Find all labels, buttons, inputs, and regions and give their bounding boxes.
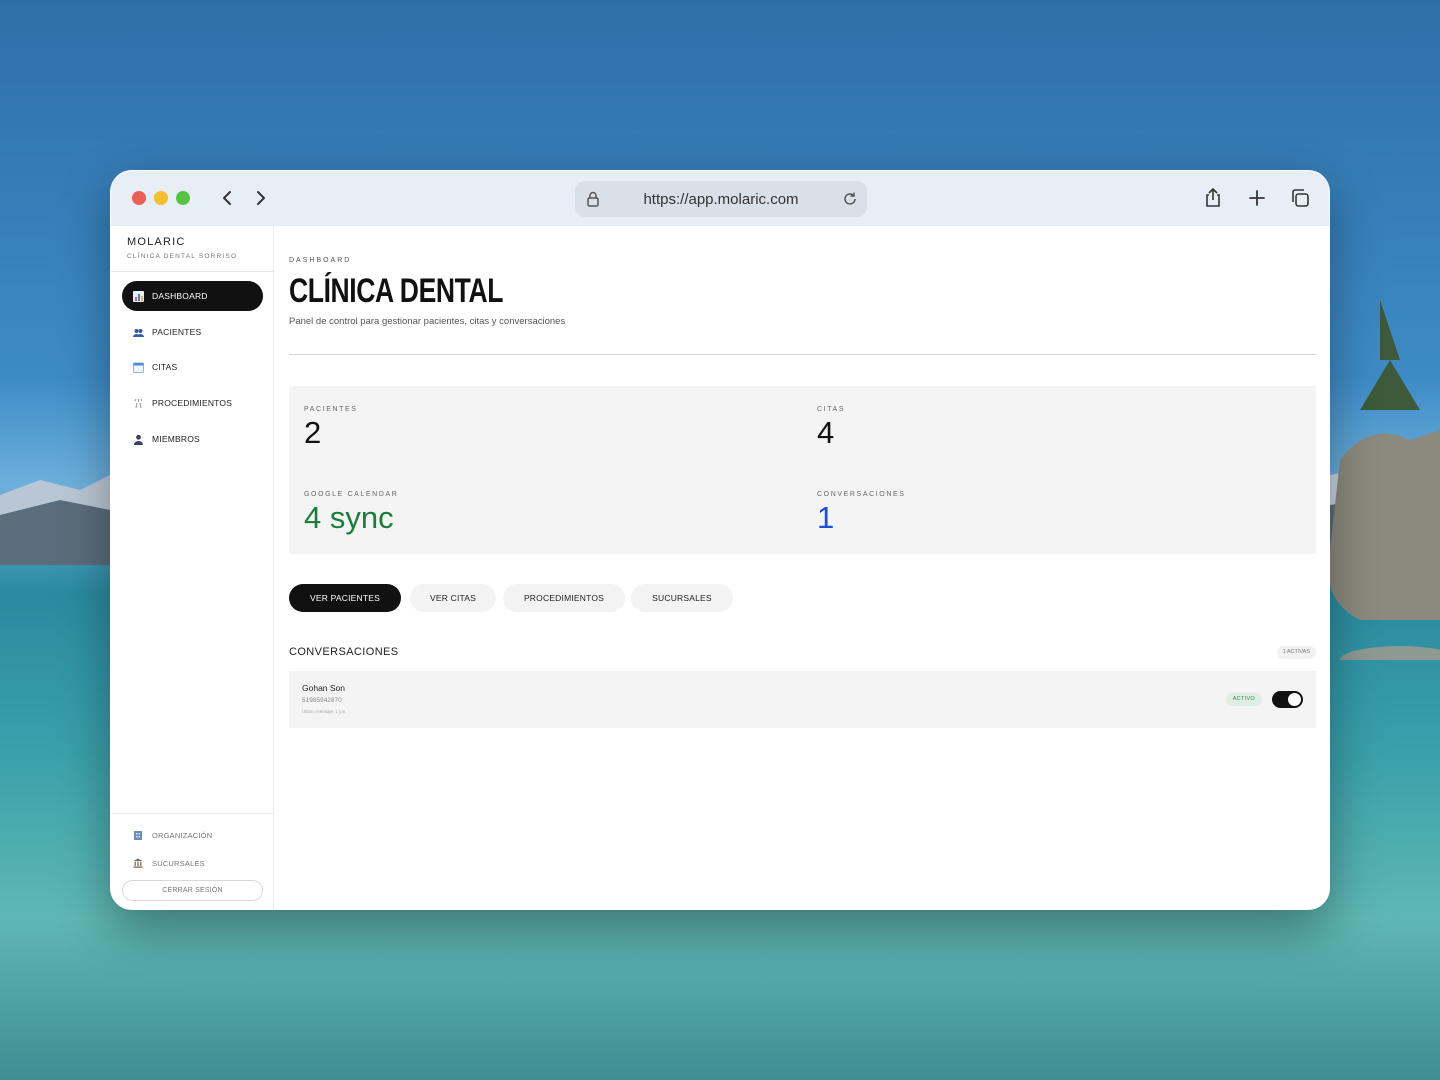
stat-conversaciones: CONVERSACIONES 1 (817, 491, 906, 536)
minimize-window-button[interactable] (154, 191, 168, 205)
stat-value: 1 (817, 500, 835, 535)
divider (111, 271, 274, 272)
sidebar-item-citas[interactable]: CITAS (122, 352, 263, 382)
stat-label: PACIENTES (304, 406, 358, 413)
bank-icon (133, 858, 143, 868)
active-count-badge: 1 ACTIVAS (1276, 646, 1316, 659)
close-window-button[interactable] (132, 191, 146, 205)
clinic-subtitle: CLÍNICA DENTAL SORRISO (127, 253, 238, 260)
stat-label: CITAS (817, 406, 846, 413)
sidebar-item-pacientes[interactable]: PACIENTES (122, 317, 263, 347)
sidebar-item-label: DASHBOARD (152, 291, 208, 301)
sidebar-item-miembros[interactable]: MIEMBROS (122, 424, 263, 454)
procedimientos-button[interactable]: PROCEDIMIENTOS (503, 584, 625, 612)
sidebar-item-label: MIEMBROS (152, 434, 200, 444)
page-title: CLÍNICA DENTAL (289, 272, 504, 310)
browser-toolbar: https://app.molaric.com (111, 171, 1329, 226)
tabs-overview-icon[interactable] (1289, 187, 1311, 209)
logout-button[interactable]: CERRAR SESIÓN (122, 880, 263, 901)
stat-value: 4 (817, 415, 835, 450)
share-icon[interactable] (1202, 187, 1224, 209)
contact-phone: 51985942870 (302, 697, 342, 704)
brand: MOLARIC CLÍNICA DENTAL SORRISO (127, 236, 237, 260)
main-content: DASHBOARD CLÍNICA DENTAL Panel de contro… (274, 226, 1329, 909)
sidebar-item-sucursales[interactable]: SUCURSALES (133, 858, 205, 868)
page-description: Panel de control para gestionar paciente… (289, 316, 566, 327)
last-message: Último mensaje: 1 jun (302, 709, 346, 714)
user-icon (134, 434, 143, 445)
stat-value: 4 sync (304, 500, 394, 535)
sidebar-item-procedimientos[interactable]: PROCEDIMIENTOS (122, 388, 263, 418)
sidebar-item-label: CITAS (152, 362, 178, 372)
stat-pacientes: PACIENTES 2 (304, 406, 358, 451)
stat-label: GOOGLE CALENDAR (304, 491, 399, 498)
maximize-window-button[interactable] (176, 191, 190, 205)
brand-name: MOLARIC (127, 236, 186, 248)
tooth-icon (134, 398, 143, 408)
building-icon (134, 831, 142, 840)
toggle-knob (1288, 693, 1301, 706)
status-badge: ACTIVO (1225, 693, 1262, 706)
sidebar: MOLARIC CLÍNICA DENTAL SORRISO DASHBOARD… (111, 226, 274, 909)
address-bar[interactable]: https://app.molaric.com (575, 181, 867, 217)
stat-google-calendar: GOOGLE CALENDAR 4 sync (304, 491, 398, 536)
divider (289, 354, 1316, 355)
conversation-toggle[interactable] (1272, 691, 1303, 708)
sidebar-item-label: PACIENTES (152, 327, 202, 337)
users-icon (133, 328, 144, 337)
stat-value: 2 (304, 415, 322, 450)
browser-window: https://app.molaric.com MOLARIC CLÍNICA … (110, 170, 1330, 910)
sidebar-item-label: PROCEDIMIENTOS (152, 398, 233, 408)
sidebar-item-organizacion[interactable]: ORGANIZACIÓN (133, 830, 212, 840)
back-arrow-icon[interactable] (217, 187, 239, 209)
sucursales-button[interactable]: SUCURSALES (631, 584, 733, 612)
conversation-row[interactable]: Gohan Son 51985942870 Último mensaje: 1 … (289, 671, 1316, 728)
reload-icon[interactable] (841, 190, 859, 208)
stats-panel: PACIENTES 2 CITAS 4 GOOGLE CALENDAR 4 sy… (289, 386, 1316, 554)
sidebar-item-label: ORGANIZACIÓN (152, 830, 213, 840)
new-tab-icon[interactable] (1246, 187, 1268, 209)
divider (111, 813, 274, 814)
sidebar-item-dashboard[interactable]: DASHBOARD (122, 281, 263, 311)
stat-label: CONVERSACIONES (817, 491, 906, 498)
stat-citas: CITAS 4 (817, 406, 845, 451)
url-text[interactable]: https://app.molaric.com (575, 191, 867, 208)
contact-name: Gohan Son (302, 683, 346, 693)
breadcrumb: DASHBOARD (289, 257, 352, 264)
ver-citas-button[interactable]: VER CITAS (410, 584, 496, 612)
calendar-icon (133, 362, 144, 373)
ver-pacientes-button[interactable]: VER PACIENTES (289, 584, 401, 612)
forward-arrow-icon[interactable] (249, 187, 271, 209)
conversations-title: CONVERSACIONES (289, 646, 399, 658)
chart-icon (133, 290, 144, 302)
sidebar-item-label: SUCURSALES (152, 858, 205, 868)
